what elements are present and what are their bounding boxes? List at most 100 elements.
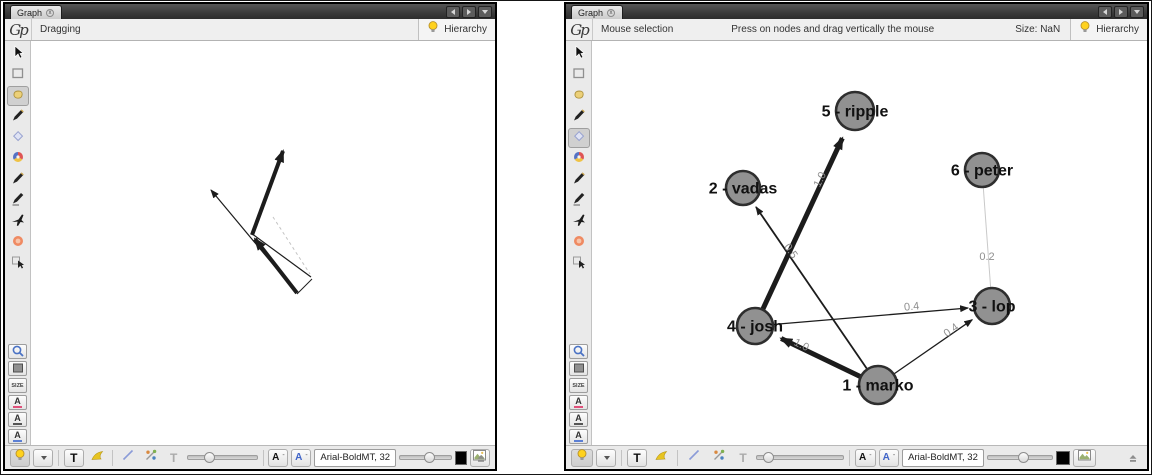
background-color-button[interactable]	[8, 361, 27, 376]
font-size-slider[interactable]	[987, 449, 1053, 467]
label-reset-glyph: A	[13, 414, 22, 425]
color-swatch[interactable]	[1056, 451, 1070, 465]
brush-tool[interactable]	[7, 149, 29, 169]
font-color-alt-button[interactable]: A-	[879, 449, 900, 467]
tab-scroll-right-button[interactable]	[462, 6, 476, 18]
reset-label-colors-2-button[interactable]: A	[569, 412, 588, 427]
shortest-path-tool[interactable]	[568, 212, 590, 232]
edge-visibility-dropdown[interactable]	[33, 449, 53, 467]
heat-map-tool[interactable]	[568, 233, 590, 253]
background-color-button[interactable]	[569, 361, 588, 376]
heat-map-tool[interactable]	[7, 233, 29, 253]
hint-text: Press on nodes and drag vertically the m…	[731, 24, 934, 35]
center-on-graph-button[interactable]	[8, 344, 27, 359]
tab-scroll-left-button[interactable]	[446, 6, 460, 18]
color-swatch[interactable]	[455, 451, 467, 465]
edge-scale-slider[interactable]	[187, 449, 258, 467]
graph-canvas[interactable]	[31, 41, 495, 445]
reset-label-sizes-button[interactable]: SIZE	[569, 378, 588, 393]
painter-tool[interactable]	[7, 107, 29, 127]
slider-knob[interactable]	[763, 452, 774, 463]
drag-tool[interactable]	[7, 86, 29, 106]
reset-label-colors-2-button[interactable]: A	[8, 412, 27, 427]
node-pencil-tool[interactable]	[568, 170, 590, 190]
screenshot-icon	[1077, 448, 1092, 467]
diamond-icon	[11, 129, 25, 148]
left-arrow-icon	[451, 9, 455, 15]
sizer-tool[interactable]	[568, 128, 590, 148]
text-size-mode-button[interactable]: T	[733, 449, 753, 467]
screenshot-button[interactable]	[1073, 449, 1096, 467]
sizer-tool[interactable]	[7, 128, 29, 148]
swatch-icon	[11, 361, 25, 377]
tab-scroll-right-button[interactable]	[1114, 6, 1128, 18]
direct-selection-tool[interactable]	[568, 44, 590, 64]
font-color-button[interactable]: A-	[855, 449, 876, 467]
label-reset-glyph: A	[574, 431, 583, 442]
edit-tool[interactable]	[568, 254, 590, 274]
edge-visibility-dropdown[interactable]	[596, 449, 616, 467]
edge-color-mode-button[interactable]	[708, 449, 730, 467]
rect-icon	[572, 66, 586, 85]
tab-close-icon[interactable]: x	[46, 9, 54, 17]
rectangle-selection-tool[interactable]	[7, 65, 29, 85]
font-size-slider[interactable]	[399, 449, 452, 467]
edge-pencil-tool[interactable]	[7, 191, 29, 211]
center-on-graph-button[interactable]	[569, 344, 588, 359]
label-reset-glyph: A	[13, 431, 22, 442]
edge-line-button[interactable]	[118, 449, 138, 467]
colored-line-icon	[144, 448, 158, 467]
lightbulb-icon	[426, 20, 440, 39]
slider-knob[interactable]	[1018, 452, 1029, 463]
slider-knob[interactable]	[204, 452, 215, 463]
reset-label-sizes-button[interactable]: SIZE	[8, 378, 27, 393]
direct-selection-tool[interactable]	[7, 44, 29, 64]
brush-tool[interactable]	[568, 149, 590, 169]
edge-labels-button[interactable]	[87, 449, 107, 467]
tab-close-icon[interactable]: x	[607, 9, 615, 17]
font-color-alt-button[interactable]: A-	[291, 449, 311, 467]
colored-line-icon	[712, 448, 726, 467]
reset-label-colors-button[interactable]: A	[569, 395, 588, 410]
hierarchy-panel[interactable]: Hierarchy	[1070, 19, 1147, 40]
tab-graph[interactable]: Graph x	[571, 5, 623, 19]
node-labels-button[interactable]: T	[64, 449, 84, 467]
node-pencil-tool[interactable]	[7, 170, 29, 190]
edge-line-button[interactable]	[683, 449, 705, 467]
lightbulb-icon	[575, 448, 589, 467]
font-color-button[interactable]: A-	[268, 449, 288, 467]
expand-toolbar-button[interactable]	[475, 451, 487, 469]
edge-labels-button[interactable]	[650, 449, 672, 467]
slider-knob[interactable]	[424, 452, 435, 463]
chevron-down-icon	[1134, 10, 1140, 14]
drag-tool[interactable]	[568, 86, 590, 106]
edge-color-mode-button[interactable]	[141, 449, 161, 467]
heat-icon	[572, 234, 586, 253]
rectangle-selection-tool[interactable]	[568, 65, 590, 85]
shortest-path-tool[interactable]	[7, 212, 29, 232]
background-light-button[interactable]	[10, 449, 30, 467]
reset-label-colors-button[interactable]: A	[8, 395, 27, 410]
expand-toolbar-button[interactable]	[1127, 451, 1139, 469]
graph-canvas[interactable]: 1.01.00.50.40.40.25 - ripple2 - vadas6 -…	[592, 41, 1147, 445]
hand-icon	[11, 87, 25, 106]
tab-list-button[interactable]	[1130, 6, 1144, 18]
tab-scroll-left-button[interactable]	[1098, 6, 1112, 18]
text-size-mode-button[interactable]: T	[164, 449, 184, 467]
edge-scale-slider[interactable]	[756, 449, 844, 467]
node-labels-button[interactable]: T	[627, 449, 647, 467]
tab-list-button[interactable]	[478, 6, 492, 18]
sketch-edge	[273, 217, 310, 274]
background-light-button[interactable]	[571, 449, 593, 467]
reset-label-visible-button[interactable]: A	[569, 429, 588, 444]
reset-label-visible-button[interactable]: A	[8, 429, 27, 444]
edge-pencil-tool[interactable]	[568, 191, 590, 211]
font-field[interactable]: Arial-BoldMT, 32	[902, 449, 984, 467]
tab-graph[interactable]: Graph x	[10, 5, 62, 19]
hierarchy-panel[interactable]: Hierarchy	[418, 19, 495, 40]
painter-tool[interactable]	[568, 107, 590, 127]
edit-tool[interactable]	[7, 254, 29, 274]
font-field[interactable]: Arial-BoldMT, 32	[314, 449, 396, 467]
tab-bar: Graph x	[5, 4, 495, 19]
gephi-logo: Gp	[566, 19, 593, 40]
